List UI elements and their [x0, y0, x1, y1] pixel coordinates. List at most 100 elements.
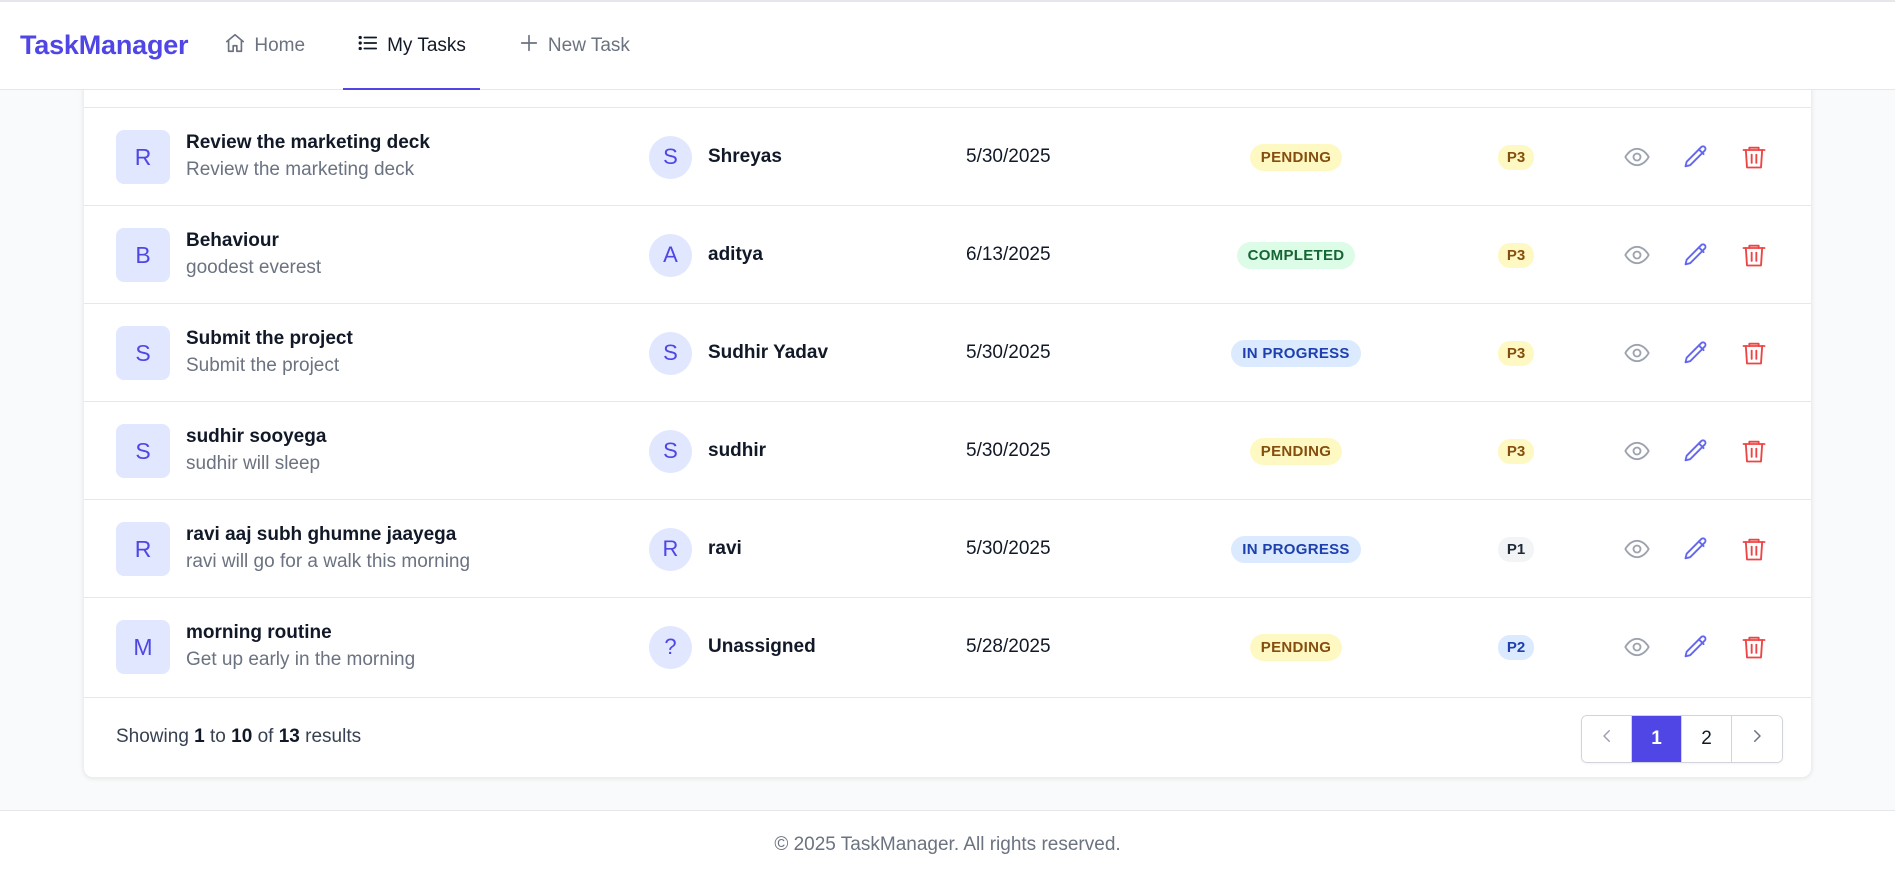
- status-badge: COMPLETED: [1236, 241, 1356, 269]
- pencil-icon[interactable]: [1682, 241, 1710, 269]
- pencil-icon[interactable]: [1682, 633, 1710, 661]
- due-date: 6/13/2025: [966, 244, 1051, 265]
- trash-icon[interactable]: [1740, 339, 1768, 367]
- task-title: ravi aaj subh ghumne jaayega: [186, 524, 457, 545]
- chevron-left-icon: [1598, 727, 1616, 751]
- assignee-name: Sudhir Yadav: [708, 342, 829, 363]
- avatar: S: [649, 331, 692, 375]
- task-description: sudhir will sleep: [186, 453, 321, 474]
- pencil-icon[interactable]: [1682, 339, 1710, 367]
- task-title: Behaviour: [186, 230, 279, 251]
- due-date-cell: 6/13/2025: [966, 206, 1051, 304]
- brand-logo[interactable]: TaskManager: [20, 30, 189, 61]
- due-date: 5/30/2025: [966, 146, 1051, 167]
- table-row: S Submit the project Submit the project …: [84, 303, 1811, 402]
- prev-page-button[interactable]: [1582, 716, 1632, 762]
- avatar: ?: [649, 625, 692, 669]
- page-1-button[interactable]: 1: [1632, 716, 1682, 762]
- task-cell: R ravi aaj subh ghumne jaayega ravi will…: [116, 500, 470, 598]
- priority-cell: P2: [1431, 598, 1601, 696]
- priority-cell: P3: [1431, 206, 1601, 304]
- pencil-icon[interactable]: [1682, 437, 1710, 465]
- actions-cell: [1623, 108, 1651, 206]
- trash-icon[interactable]: [1740, 241, 1768, 269]
- task-text: ravi aaj subh ghumne jaayega ravi will g…: [186, 522, 470, 576]
- task-description: Submit the project: [186, 355, 340, 376]
- task-avatar: S: [116, 424, 170, 478]
- eye-icon[interactable]: [1623, 339, 1651, 367]
- task-avatar: B: [116, 228, 170, 282]
- avatar: R: [649, 527, 692, 571]
- task-description: ravi will go for a walk this morning: [186, 551, 471, 572]
- of-label: of: [257, 726, 274, 747]
- eye-icon[interactable]: [1623, 633, 1651, 661]
- eye-icon[interactable]: [1623, 535, 1651, 563]
- due-date: 5/30/2025: [966, 440, 1051, 461]
- plus-icon: [518, 32, 540, 60]
- task-title: sudhir sooyega: [186, 426, 327, 447]
- actions-cell: [1623, 304, 1651, 402]
- trash-icon[interactable]: [1740, 143, 1768, 171]
- actions-cell: [1623, 598, 1651, 696]
- table-row: R ravi aaj subh ghumne jaayega ravi will…: [84, 499, 1811, 598]
- table-row: M morning routine Get up early in the mo…: [84, 597, 1811, 696]
- next-page-button[interactable]: [1732, 716, 1782, 762]
- trash-icon[interactable]: [1740, 535, 1768, 563]
- due-date: 5/30/2025: [966, 342, 1051, 363]
- due-date-cell: 5/30/2025: [966, 304, 1051, 402]
- task-avatar: R: [116, 522, 170, 576]
- task-cell: M morning routine Get up early in the mo…: [116, 598, 415, 696]
- nav-home-label: Home: [254, 34, 306, 56]
- top-navbar: TaskManager Home My Tasks New Task: [0, 0, 1895, 90]
- task-description: Get up early in the morning: [186, 649, 416, 670]
- status-cell: COMPLETED: [1151, 206, 1441, 304]
- results-total: 13: [278, 726, 300, 747]
- pencil-icon[interactable]: [1682, 143, 1710, 171]
- page-footer: © 2025 TaskManager. All rights reserved.: [0, 810, 1895, 878]
- status-badge: PENDING: [1249, 437, 1343, 465]
- nav-home[interactable]: Home: [210, 2, 319, 89]
- pencil-icon[interactable]: [1682, 535, 1710, 563]
- nav-my-tasks-label: My Tasks: [387, 34, 466, 56]
- assignee-name: Shreyas: [708, 146, 782, 167]
- main-nav: Home My Tasks New Task: [210, 2, 668, 90]
- due-date-cell: 5/30/2025: [966, 500, 1051, 598]
- actions-cell: [1740, 598, 1768, 696]
- chevron-right-icon: [1748, 727, 1766, 751]
- nav-new-task-label: New Task: [547, 34, 630, 56]
- status-cell: PENDING: [1151, 598, 1441, 696]
- actions-cell: [1682, 402, 1710, 500]
- actions-cell: [1623, 402, 1651, 500]
- results-to: 10: [231, 726, 253, 747]
- actions-cell: [1682, 206, 1710, 304]
- priority-badge: P2: [1497, 634, 1535, 660]
- priority-badge: P3: [1497, 144, 1535, 170]
- task-description: goodest everest: [186, 257, 322, 278]
- eye-icon[interactable]: [1623, 241, 1651, 269]
- page-2-button[interactable]: 2: [1682, 716, 1732, 762]
- priority-badge: P3: [1497, 340, 1535, 366]
- task-text: sudhir sooyega sudhir will sleep: [186, 424, 326, 478]
- eye-icon[interactable]: [1623, 143, 1651, 171]
- copyright-text: © 2025 TaskManager. All rights reserved.: [774, 833, 1121, 855]
- assignee-cell: S Shreyas: [649, 108, 782, 206]
- nav-new-task[interactable]: New Task: [504, 2, 644, 89]
- eye-icon[interactable]: [1623, 437, 1651, 465]
- status-cell: IN PROGRESS: [1151, 304, 1441, 402]
- actions-cell: [1740, 108, 1768, 206]
- actions-cell: [1682, 304, 1710, 402]
- due-date-cell: 5/30/2025: [966, 108, 1051, 206]
- assignee-cell: A aditya: [649, 206, 763, 304]
- assignee-cell: ? Unassigned: [649, 598, 816, 696]
- assignee-cell: S sudhir: [649, 402, 766, 500]
- priority-cell: P3: [1431, 304, 1601, 402]
- nav-my-tasks[interactable]: My Tasks: [343, 2, 480, 90]
- trash-icon[interactable]: [1740, 633, 1768, 661]
- task-cell: R Review the marketing deck Review the m…: [116, 108, 430, 206]
- home-icon: [224, 32, 246, 60]
- table-row: B Behaviour goodest everest A aditya 6/1…: [84, 205, 1811, 304]
- task-cell: S Submit the project Submit the project: [116, 304, 353, 402]
- due-date: 5/28/2025: [966, 636, 1051, 657]
- tasks-table-card: R Review the marketing deck Review the m…: [83, 60, 1812, 778]
- trash-icon[interactable]: [1740, 437, 1768, 465]
